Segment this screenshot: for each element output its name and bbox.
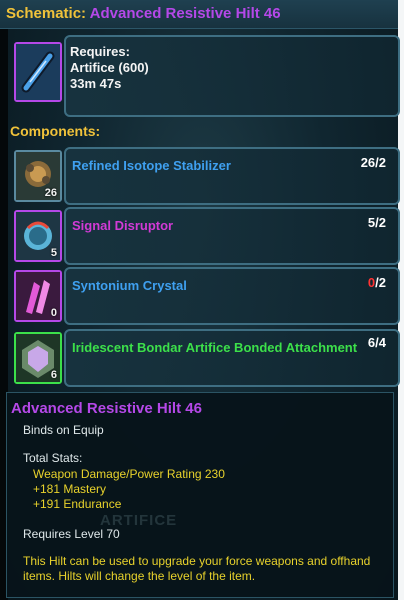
schematic-name: Advanced Resistive Hilt 46 bbox=[89, 5, 281, 22]
required-skill: Artifice (600) bbox=[70, 60, 149, 75]
component-row-2[interactable] bbox=[64, 207, 400, 265]
component-count: 5 bbox=[50, 247, 57, 259]
schematic-header: Schematic: Advanced Resistive Hilt 46 bbox=[0, 0, 398, 29]
component-row-3[interactable] bbox=[64, 267, 400, 325]
component-icon-1[interactable]: 26 bbox=[14, 150, 62, 202]
schematic-label: Schematic: bbox=[6, 5, 87, 22]
component-qty-2: 5/2 bbox=[368, 215, 386, 230]
qty-need: /4 bbox=[375, 335, 386, 350]
qty-need: /2 bbox=[375, 275, 386, 290]
stat-line: +181 Mastery bbox=[33, 482, 107, 496]
component-row-4[interactable] bbox=[64, 329, 400, 387]
component-qty-4: 6/4 bbox=[368, 335, 386, 350]
component-icon-2[interactable]: 5 bbox=[14, 210, 62, 262]
component-name-1: Refined Isotope Stabilizer bbox=[72, 158, 231, 173]
component-name-3: Syntonium Crystal bbox=[72, 278, 187, 293]
stat-line: Weapon Damage/Power Rating 230 bbox=[33, 467, 225, 481]
qty-need: /2 bbox=[375, 155, 386, 170]
total-stats-label: Total Stats: bbox=[23, 451, 83, 465]
components-title: Components: bbox=[10, 123, 101, 139]
requires-label: Requires: bbox=[70, 44, 130, 59]
binds-on-equip: Binds on Equip bbox=[23, 423, 104, 437]
tooltip-title: Advanced Resistive Hilt 46 bbox=[11, 400, 202, 417]
requires-level: Requires Level 70 bbox=[23, 527, 120, 541]
craft-time: 33m 47s bbox=[70, 76, 122, 91]
component-count: 0 bbox=[50, 307, 57, 319]
background-ghost-text: ARTIFICE bbox=[100, 512, 178, 529]
qty-need: /2 bbox=[375, 215, 386, 230]
component-count: 6 bbox=[50, 369, 57, 381]
component-qty-3: 0/2 bbox=[368, 275, 386, 290]
component-icon-4[interactable]: 6 bbox=[14, 332, 62, 384]
lightsaber-hilt-icon bbox=[16, 44, 60, 100]
component-name-2: Signal Disruptor bbox=[72, 218, 174, 233]
component-row-1[interactable] bbox=[64, 147, 400, 205]
schematic-icon[interactable] bbox=[14, 42, 62, 102]
requirements: Requires: Artifice (600) 33m 47s bbox=[70, 44, 149, 92]
component-count: 26 bbox=[44, 187, 57, 199]
component-qty-1: 26/2 bbox=[361, 155, 386, 170]
qty-have: 26 bbox=[360, 155, 376, 170]
item-description: This Hilt can be used to upgrade your fo… bbox=[23, 554, 371, 583]
component-icon-3[interactable]: 0 bbox=[14, 270, 62, 322]
stat-line: +191 Endurance bbox=[33, 497, 122, 511]
item-tooltip: Advanced Resistive Hilt 46 Binds on Equi… bbox=[6, 392, 394, 598]
component-name-4: Iridescent Bondar Artifice Bonded Attach… bbox=[72, 340, 358, 355]
